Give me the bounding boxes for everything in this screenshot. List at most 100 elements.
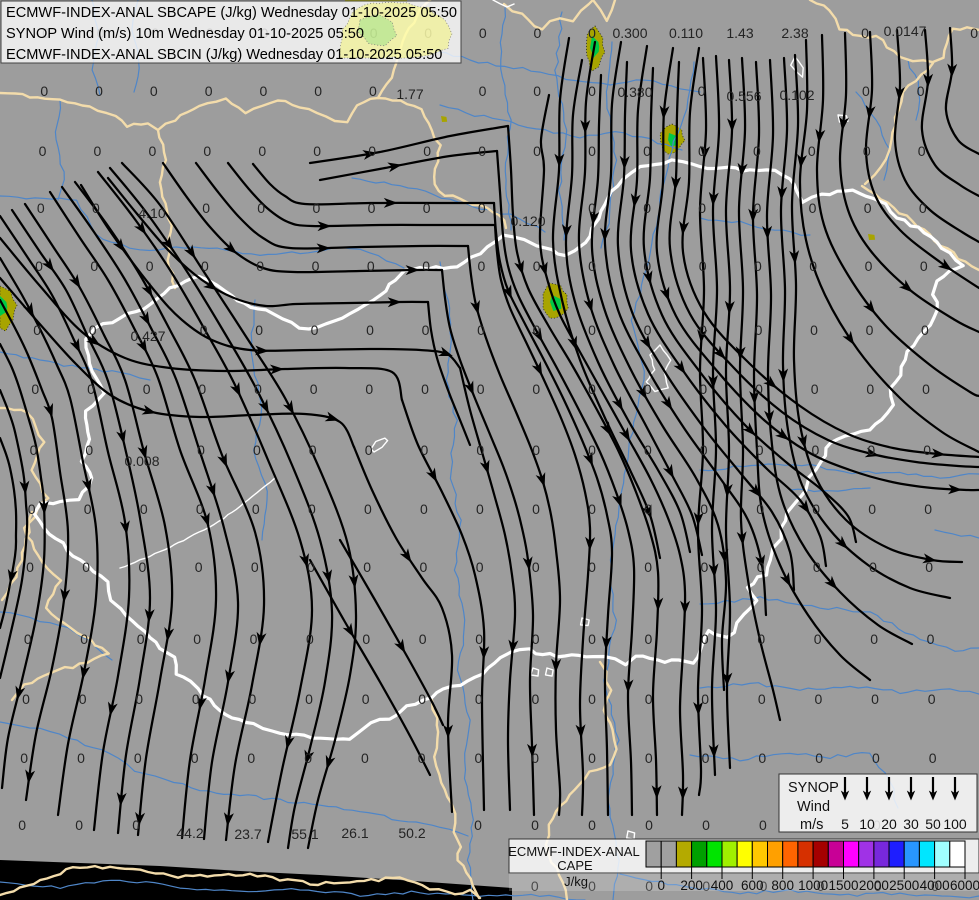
svg-text:0: 0 [423,143,431,159]
svg-text:0: 0 [808,143,816,159]
svg-text:0: 0 [756,442,764,458]
svg-text:SYNOP Wind (m/s) 10m Wednesday: SYNOP Wind (m/s) 10m Wednesday 01-10-202… [6,26,364,42]
svg-text:0: 0 [533,258,541,274]
svg-text:0: 0 [757,559,765,575]
svg-text:0: 0 [191,750,199,766]
svg-text:0: 0 [756,501,764,517]
svg-text:0: 0 [754,258,762,274]
svg-text:0: 0 [87,381,95,397]
svg-text:0: 0 [643,200,651,216]
svg-text:CAPE: CAPE [557,858,593,873]
svg-text:0.556: 0.556 [726,88,761,104]
svg-text:0: 0 [312,258,320,274]
svg-text:0: 0 [24,631,32,647]
svg-text:0: 0 [366,322,374,338]
svg-text:0: 0 [368,143,376,159]
svg-text:0: 0 [31,381,39,397]
svg-text:0: 0 [308,501,316,517]
svg-text:0: 0 [532,381,540,397]
svg-text:0: 0 [755,322,763,338]
svg-text:0: 0 [970,25,978,41]
svg-text:ECMWF-INDEX-ANAL: ECMWF-INDEX-ANAL [508,844,639,859]
svg-text:0: 0 [422,322,430,338]
svg-text:0: 0 [28,501,36,517]
svg-text:0: 0 [477,381,485,397]
svg-text:0: 0 [253,442,261,458]
svg-text:0: 0 [921,322,929,338]
svg-text:6000: 6000 [950,878,979,893]
svg-text:0: 0 [134,750,142,766]
svg-text:0: 0 [644,559,652,575]
svg-text:0: 0 [698,143,706,159]
svg-text:0: 0 [812,442,820,458]
svg-text:0: 0 [758,691,766,707]
svg-text:23.7: 23.7 [234,826,261,842]
svg-text:0: 0 [197,442,205,458]
svg-text:0: 0 [918,143,926,159]
svg-text:0: 0 [700,501,708,517]
svg-text:0: 0 [645,750,653,766]
svg-text:0: 0 [532,559,540,575]
svg-text:0: 0 [363,559,371,575]
svg-text:0: 0 [753,143,761,159]
svg-text:0: 0 [868,501,876,517]
svg-text:0: 0 [865,258,873,274]
svg-text:0: 0 [588,631,596,647]
svg-text:0: 0 [588,817,596,833]
svg-text:600: 600 [741,878,764,893]
svg-text:0: 0 [813,559,821,575]
svg-text:0: 0 [698,200,706,216]
svg-text:0: 0 [867,442,875,458]
svg-text:0: 0 [30,442,38,458]
svg-text:0: 0 [531,750,539,766]
svg-text:0: 0 [418,750,426,766]
svg-text:200: 200 [680,878,703,893]
svg-text:0: 0 [137,631,145,647]
svg-text:0: 0 [196,501,204,517]
svg-text:0: 0 [814,631,822,647]
svg-text:0: 0 [920,258,928,274]
svg-text:0: 0 [532,442,540,458]
svg-text:0: 0 [260,83,268,99]
svg-text:44.2: 44.2 [176,825,203,841]
svg-text:0: 0 [588,200,596,216]
svg-text:0: 0 [700,442,708,458]
svg-text:100: 100 [943,816,967,832]
svg-text:0: 0 [917,83,925,99]
svg-text:0: 0 [423,200,431,216]
svg-text:0: 0 [809,200,817,216]
svg-text:0: 0 [863,143,871,159]
svg-text:0: 0 [313,143,321,159]
svg-text:0: 0 [251,559,259,575]
svg-text:0: 0 [80,631,88,647]
svg-text:0: 0 [304,750,312,766]
svg-text:0.110: 0.110 [669,25,703,41]
svg-text:0: 0 [479,25,487,41]
svg-text:0: 0 [925,559,933,575]
svg-text:0: 0 [643,258,651,274]
svg-text:10: 10 [859,816,875,832]
svg-text:0: 0 [476,559,484,575]
svg-text:0: 0 [22,691,30,707]
svg-text:1.77: 1.77 [396,86,423,102]
svg-text:ECMWF-INDEX-ANAL SBCAPE (J/kg): ECMWF-INDEX-ANAL SBCAPE (J/kg) Wednesday… [6,5,457,21]
svg-text:0: 0 [701,691,709,707]
svg-text:J/kg: J/kg [564,874,588,889]
svg-text:0: 0 [94,143,102,159]
svg-text:0: 0 [39,143,47,159]
svg-text:0: 0 [588,381,596,397]
svg-text:0: 0 [362,631,370,647]
svg-text:0: 0 [644,442,652,458]
svg-text:0: 0 [533,83,541,99]
svg-text:Wind: Wind [797,799,830,815]
svg-text:0: 0 [361,750,369,766]
svg-text:0: 0 [89,322,97,338]
svg-text:0: 0 [702,750,710,766]
svg-text:0: 0 [364,501,372,517]
svg-text:20: 20 [881,816,897,832]
svg-text:0: 0 [645,817,653,833]
svg-text:55.1: 55.1 [291,826,318,842]
svg-text:0: 0 [37,200,45,216]
svg-text:0.008: 0.008 [124,453,159,469]
svg-text:0: 0 [588,143,596,159]
